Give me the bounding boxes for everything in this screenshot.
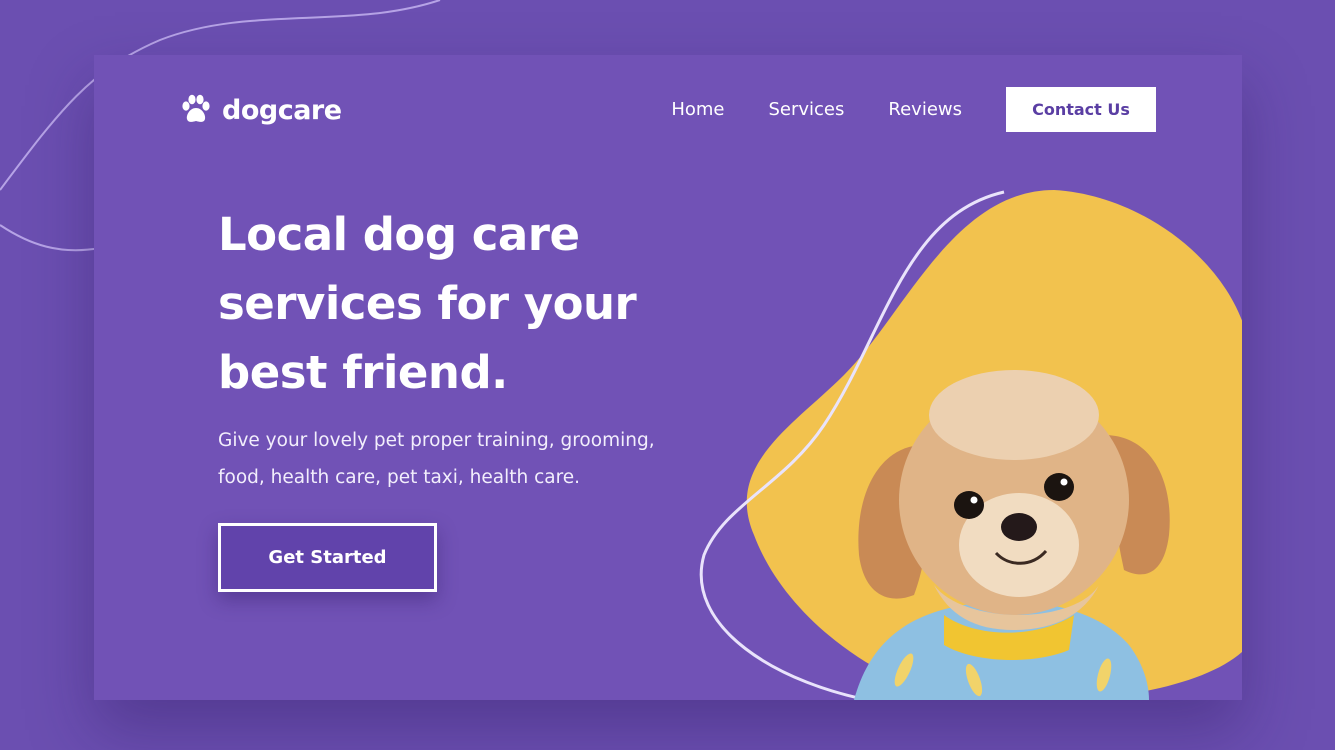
- main-nav: Home Services Reviews Contact Us: [671, 87, 1156, 132]
- hero-title-line: best friend.: [218, 346, 508, 399]
- brand-name: dogcare: [222, 94, 342, 126]
- nav-reviews[interactable]: Reviews: [888, 99, 962, 120]
- hero-title-line: Local dog care: [218, 208, 580, 261]
- hero-subtitle-line: food, health care, pet taxi, health care…: [218, 467, 581, 488]
- contact-us-button[interactable]: Contact Us: [1006, 87, 1156, 132]
- nav-services[interactable]: Services: [768, 99, 844, 120]
- hero-title-line: services for your: [218, 277, 637, 330]
- get-started-button[interactable]: Get Started: [218, 523, 437, 592]
- brand-logo[interactable]: dogcare: [179, 93, 342, 127]
- nav-home[interactable]: Home: [671, 99, 724, 120]
- hero-illustration: [699, 190, 1242, 700]
- hero-subtitle: Give your lovely pet proper training, gr…: [218, 422, 655, 496]
- paw-icon: [182, 94, 210, 122]
- landing-card: dogcare Home Services Reviews Contact Us…: [94, 55, 1242, 700]
- hero-subtitle-line: Give your lovely pet proper training, gr…: [218, 430, 655, 451]
- hero-title: Local dog care services for your best fr…: [218, 200, 637, 407]
